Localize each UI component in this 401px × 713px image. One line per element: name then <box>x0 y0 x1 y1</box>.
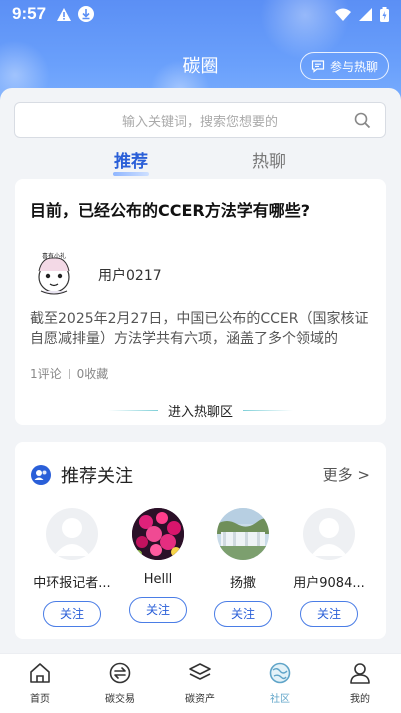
tab-carbon-assets[interactable]: 碳资产 <box>160 662 240 705</box>
search-input[interactable]: 输入关键词，搜索您想要的 <box>14 102 386 138</box>
tab-bar-top: 推荐 热聊 <box>0 144 401 178</box>
tab-home[interactable]: 首页 <box>0 662 80 705</box>
follow-user-4[interactable]: 用户9084... 关注 <box>286 508 372 627</box>
follow-button[interactable]: 关注 <box>129 597 187 623</box>
recommend-follow-card: 推荐关注 更多 > 中环报记者... 关注 Helll 关注 扬撒 关注 用户9… <box>15 442 386 639</box>
post-card[interactable]: 目前，已经公布的CCER方法学有哪些? 喜有小礼 用户0217 截至2025年2… <box>15 179 386 425</box>
signal-icon <box>359 7 372 21</box>
tab-recommend[interactable]: 推荐 <box>114 147 148 172</box>
download-icon <box>78 6 95 22</box>
tab-carbon-trade[interactable]: 碳交易 <box>80 662 160 705</box>
recommend-title: 推荐关注 <box>61 466 133 487</box>
post-stats: 1评论 0收藏 <box>30 365 108 382</box>
tab-carbon-assets-label: 碳资产 <box>185 694 215 705</box>
search-icon[interactable] <box>354 112 371 129</box>
post-author[interactable]: 用户0217 <box>98 265 162 285</box>
follow-user-name: 用户9084... <box>293 576 365 591</box>
person-icon <box>350 663 370 684</box>
more-link[interactable]: 更多 > <box>323 464 370 485</box>
exchange-icon <box>109 662 131 684</box>
follow-user-2[interactable]: Helll 关注 <box>115 508 201 623</box>
home-icon <box>30 663 50 683</box>
follow-list: 中环报记者... 关注 Helll 关注 扬撒 关注 用户9084... 关注 <box>15 508 386 632</box>
chat-icon <box>311 59 325 73</box>
favorite-count: 0收藏 <box>76 367 109 381</box>
content-area: 输入关键词，搜索您想要的 推荐 热聊 目前，已经公布的CCER方法学有哪些? 喜… <box>0 88 401 653</box>
follow-user-1[interactable]: 中环报记者... 关注 <box>29 508 115 627</box>
post-question[interactable]: 目前，已经公布的CCER方法学有哪些? <box>30 197 310 221</box>
status-time: 9:57 <box>12 4 47 23</box>
follow-button[interactable]: 关注 <box>300 601 358 627</box>
tab-carbon-trade-label: 碳交易 <box>105 694 135 705</box>
search-placeholder: 输入关键词，搜索您想要的 <box>121 114 278 130</box>
join-hot-chat-label: 参与热聊 <box>329 59 378 74</box>
bottom-tab-bar: 首页 碳交易 碳资产 社区 我的 <box>0 653 401 713</box>
comment-count: 1评论 <box>30 367 62 381</box>
follow-button[interactable]: 关注 <box>43 601 101 627</box>
flowers-avatar[interactable] <box>132 508 184 560</box>
stats-divider <box>68 368 70 379</box>
follow-user-3[interactable]: 扬撒 关注 <box>200 508 286 627</box>
divider-left <box>107 410 158 411</box>
status-bar: 9:57 <box>0 0 401 28</box>
tab-community-label: 社区 <box>270 694 290 705</box>
default-avatar[interactable] <box>303 508 355 560</box>
enter-hot-chat-label: 进入热聊区 <box>167 405 233 420</box>
battery-icon <box>380 6 389 22</box>
follow-button[interactable]: 关注 <box>214 601 272 627</box>
waterfall-avatar[interactable] <box>217 508 269 560</box>
enter-hot-chat-link[interactable]: 进入热聊区 <box>15 401 386 420</box>
layers-icon <box>189 663 211 680</box>
tab-home-label: 首页 <box>30 694 50 705</box>
community-icon <box>269 662 291 684</box>
join-hot-chat-button[interactable]: 参与热聊 <box>299 52 389 80</box>
wifi-icon <box>335 8 351 21</box>
follow-user-name: Helll <box>143 572 173 587</box>
active-tab-indicator <box>113 172 149 176</box>
follow-user-name: 中环报记者... <box>33 576 111 591</box>
recommend-header: 推荐关注 <box>31 462 133 488</box>
post-excerpt[interactable]: 截至2025年2月27日，中国已公布的CCER（国家核证自愿减排量）方法学共有六… <box>30 309 375 349</box>
follow-user-name: 扬撒 <box>229 576 256 591</box>
avatar-lettering: 喜有小礼 <box>42 252 66 260</box>
tab-mine-label: 我的 <box>350 694 370 705</box>
default-avatar[interactable] <box>46 508 98 560</box>
tab-hot-chat[interactable]: 热聊 <box>252 147 286 172</box>
warning-icon <box>57 7 72 21</box>
tab-mine[interactable]: 我的 <box>320 662 400 705</box>
tab-community[interactable]: 社区 <box>240 662 320 705</box>
user-group-icon <box>31 465 51 485</box>
divider-right <box>243 410 293 411</box>
user-avatar[interactable]: 喜有小礼 <box>32 251 76 295</box>
